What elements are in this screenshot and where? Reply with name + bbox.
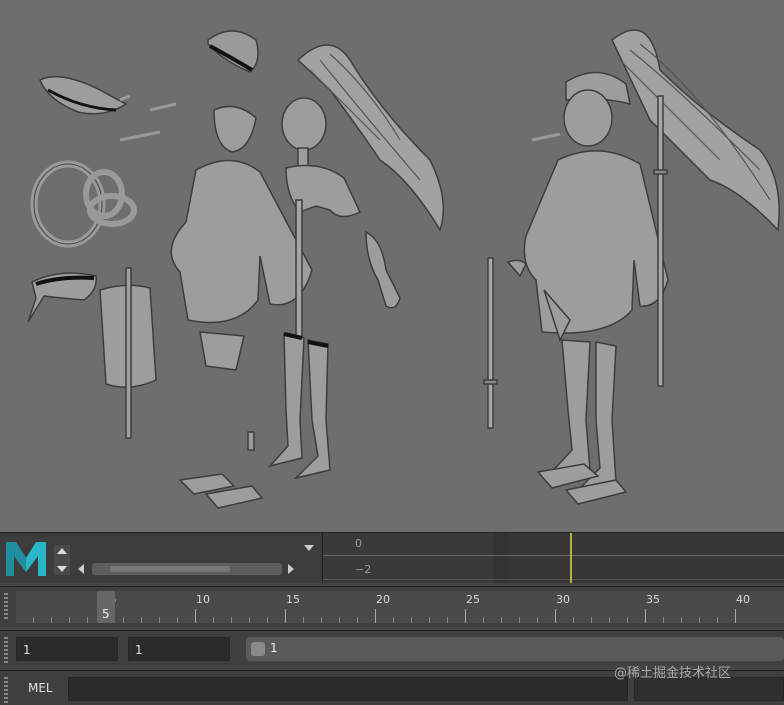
ruler-tick-label: 30 (556, 593, 570, 606)
katana-right (657, 95, 664, 387)
ruler-minor-tick (663, 617, 664, 623)
ruler-minor-tick (249, 617, 250, 623)
ruler-minor-tick (267, 617, 268, 623)
ruler-minor-tick (717, 617, 718, 623)
ruler-minor-tick (429, 617, 430, 623)
chevron-down-icon[interactable] (304, 545, 314, 551)
script-language-label[interactable]: MEL (28, 681, 53, 695)
command-input[interactable] (68, 677, 628, 701)
ruler-minor-tick (231, 617, 232, 623)
graph-editor-strip[interactable]: 0 −2 (322, 533, 784, 583)
ruler-tick-label: 20 (376, 593, 390, 606)
ruler-minor-tick (141, 617, 142, 623)
ruler-major-tick (195, 609, 196, 623)
time-ruler[interactable]: 5 10 15 20 25 30 35 40 (16, 591, 784, 623)
time-cursor[interactable] (570, 533, 572, 583)
3d-viewport[interactable] (0, 0, 784, 532)
ruler-minor-tick (573, 617, 574, 623)
ruler-minor-tick (321, 617, 322, 623)
ruler-minor-tick (51, 617, 52, 623)
channel-row: 0 −2 (0, 532, 784, 583)
ruler-major-tick (645, 609, 646, 623)
mannequin-legs (267, 333, 305, 468)
ruler-major-tick (555, 609, 556, 623)
ruler-minor-tick (303, 617, 304, 623)
ruler-tick-label: 15 (286, 593, 300, 606)
ruler-minor-tick (591, 617, 592, 623)
ruler-minor-tick (393, 617, 394, 623)
character-kimono (523, 150, 669, 334)
channel-slider[interactable] (76, 543, 318, 577)
ruler-minor-tick (627, 617, 628, 623)
arrow-left-icon[interactable] (78, 564, 84, 574)
ruler-minor-tick (609, 617, 610, 623)
katana-left (487, 257, 494, 429)
character-head (563, 89, 613, 147)
ruler-tick-label: 10 (196, 593, 210, 606)
scene-render (27, 29, 780, 509)
character-legs (546, 339, 591, 478)
time-slider[interactable]: 5 10 15 20 25 30 35 40 5 (0, 586, 784, 627)
ruler-minor-tick (33, 617, 34, 623)
ruler-minor-tick (87, 617, 88, 623)
playback-start-field[interactable]: 1 (128, 637, 230, 661)
ruler-minor-tick (537, 617, 538, 623)
ruler-minor-tick (177, 617, 178, 623)
step-up-icon[interactable] (57, 548, 67, 554)
ruler-minor-tick (159, 617, 160, 623)
frame-stepper[interactable] (54, 545, 70, 575)
range-bar-label: 1 (270, 641, 278, 655)
current-frame-label: 5 (102, 607, 110, 621)
slider-thumb[interactable] (110, 566, 230, 572)
mannequin-head (281, 97, 327, 151)
ruler-major-tick (735, 609, 736, 623)
ruler-minor-tick (411, 617, 412, 623)
ruler-major-tick (375, 609, 376, 623)
hat-piece (207, 30, 259, 73)
maya-logo-icon (6, 542, 46, 576)
range-knob[interactable] (251, 642, 265, 656)
arrow-right-icon[interactable] (288, 564, 294, 574)
ruler-minor-tick (501, 617, 502, 623)
step-down-icon[interactable] (57, 566, 67, 572)
ruler-tick-label: 25 (466, 593, 480, 606)
ruler-tick-label: 35 (646, 593, 660, 606)
ruler-minor-tick (519, 617, 520, 623)
drag-handle[interactable] (4, 637, 8, 665)
ruler-major-tick (465, 609, 466, 623)
ruler-minor-tick (699, 617, 700, 623)
ruler-minor-tick (483, 617, 484, 623)
ruler-minor-tick (339, 617, 340, 623)
ruler-minor-tick (447, 617, 448, 623)
ruler-minor-tick (123, 617, 124, 623)
ruler-minor-tick (681, 617, 682, 623)
ruler-minor-tick (69, 617, 70, 623)
range-bar[interactable]: 1 (246, 637, 784, 661)
graph-value-label: 0 (355, 537, 362, 550)
ruler-minor-tick (213, 617, 214, 623)
current-frame-marker[interactable]: 5 (97, 591, 115, 623)
ruler-minor-tick (357, 617, 358, 623)
drag-handle[interactable] (4, 593, 8, 621)
ruler-major-tick (285, 609, 286, 623)
range-slider-row: 1 1 1 (0, 630, 784, 665)
drag-handle[interactable] (4, 677, 8, 705)
ruler-tick-label: 40 (736, 593, 750, 606)
graph-value-label: −2 (355, 563, 372, 576)
start-time-field[interactable]: 1 (16, 637, 118, 661)
headband-piece (39, 75, 128, 115)
watermark: @稀土掘金技术社区 (614, 666, 732, 681)
